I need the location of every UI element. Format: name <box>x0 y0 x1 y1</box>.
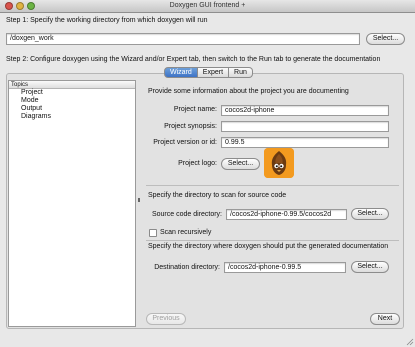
project-logo-image <box>264 148 294 178</box>
step1-label: Step 1: Specify the working directory fr… <box>6 17 208 24</box>
project-intro: Provide some information about the proje… <box>148 88 349 95</box>
destination-intro: Specify the directory where doxygen shou… <box>148 243 389 250</box>
scan-recursively-checkbox[interactable] <box>149 229 157 237</box>
step2-label: Step 2: Configure doxygen using the Wiza… <box>6 56 381 63</box>
working-directory-field[interactable]: /doxgen_work <box>6 33 360 45</box>
project-synopsis-field[interactable] <box>221 121 389 132</box>
tab-run[interactable]: Run <box>229 67 253 78</box>
source-directory-select-button[interactable]: Select... <box>351 208 389 220</box>
source-directory-label: Source code directory: <box>151 211 222 218</box>
project-name-label: Project name: <box>173 106 217 113</box>
cocos2d-logo-icon <box>264 148 294 178</box>
working-directory-select-button[interactable]: Select... <box>366 33 405 45</box>
tab-expert[interactable]: Expert <box>197 67 230 78</box>
topics-tree[interactable]: Topics Project Mode Output Diagrams <box>8 80 136 327</box>
destination-directory-field[interactable]: /cocos2d-iphone-0.99.5 <box>224 262 346 273</box>
project-version-field[interactable]: 0.99.5 <box>221 137 389 148</box>
project-version-label: Project version or id: <box>153 139 217 146</box>
section-separator <box>146 185 399 186</box>
destination-directory-label: Destination directory: <box>154 264 220 271</box>
next-button[interactable]: Next <box>370 313 400 325</box>
resize-grip-icon[interactable] <box>405 337 414 346</box>
source-intro: Specify the directory to scan for source… <box>148 192 287 199</box>
scan-recursively-label: Scan recursively <box>160 229 212 236</box>
title-bar: Doxygen GUI frontend + <box>0 0 415 13</box>
topic-item-output[interactable]: Output <box>9 105 135 113</box>
topic-item-diagrams[interactable]: Diagrams <box>9 113 135 121</box>
project-logo-select-button[interactable]: Select... <box>221 158 260 170</box>
previous-button[interactable]: Previous <box>146 313 186 325</box>
project-synopsis-label: Project synopsis: <box>164 123 217 130</box>
window-title: Doxygen GUI frontend + <box>169 2 246 9</box>
tab-wizard[interactable]: Wizard <box>164 67 198 78</box>
topic-item-mode[interactable]: Mode <box>9 97 135 105</box>
section-separator <box>146 240 399 241</box>
tab-bar: Wizard Expert Run <box>164 67 253 78</box>
source-directory-field[interactable]: /cocos2d-iphone-0.99.5/cocos2d <box>226 209 347 220</box>
project-logo-label: Project logo: <box>178 160 217 167</box>
project-name-field[interactable]: cocos2d-iphone <box>221 105 389 116</box>
topics-header: Topics <box>9 81 135 89</box>
splitter-handle[interactable] <box>138 198 140 202</box>
topic-item-project[interactable]: Project <box>9 89 135 97</box>
destination-directory-select-button[interactable]: Select... <box>351 261 389 273</box>
